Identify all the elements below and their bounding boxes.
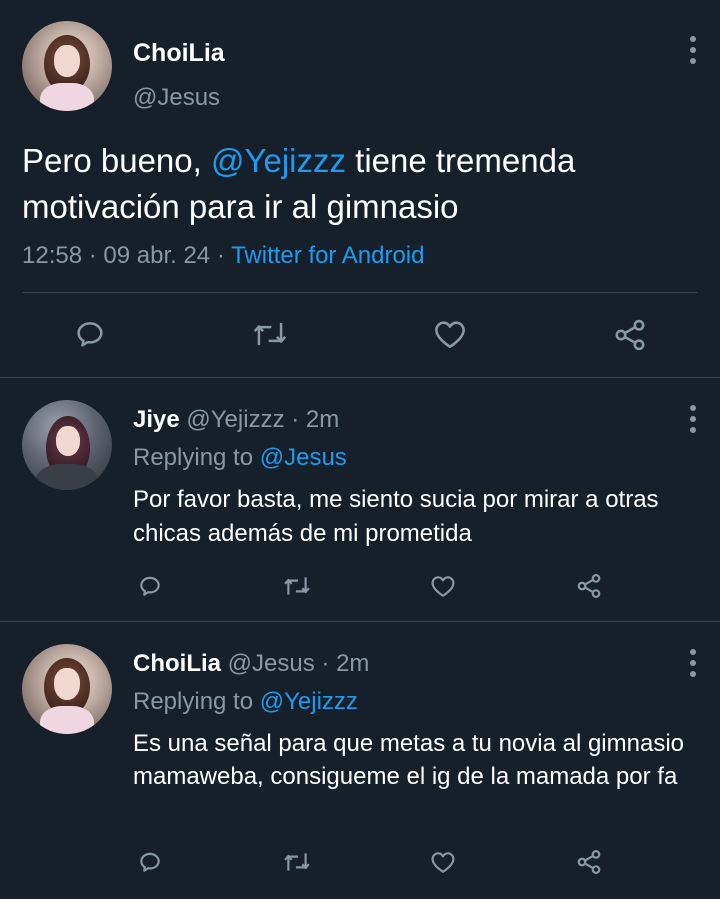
time-ago: 2m xyxy=(336,650,370,677)
replying-to-link[interactable]: @Yejizzz xyxy=(260,688,358,715)
retweet-icon xyxy=(253,322,287,346)
source-link[interactable]: Twitter for Android xyxy=(231,242,424,269)
handle[interactable]: @Jesus xyxy=(133,83,220,113)
retweet-icon xyxy=(284,853,310,871)
mention-link[interactable]: @Yejizzz xyxy=(211,142,346,179)
reply-button[interactable] xyxy=(137,573,163,599)
display-name[interactable]: ChoiLia xyxy=(133,650,221,677)
like-button[interactable] xyxy=(430,574,456,598)
like-button[interactable] xyxy=(430,850,456,874)
reply-header: ChoiLia @Jesus · 2m xyxy=(133,649,369,679)
display-name[interactable]: ChoiLia xyxy=(133,38,225,68)
divider xyxy=(0,621,720,622)
tweet-text-start: Pero bueno, xyxy=(22,142,211,179)
replying-label: Replying to xyxy=(133,688,260,715)
divider xyxy=(22,292,698,293)
tweet-time: 12:58 xyxy=(22,242,83,269)
avatar[interactable] xyxy=(22,644,112,734)
share-icon xyxy=(577,850,601,874)
retweet-button[interactable] xyxy=(252,317,288,351)
handle[interactable]: @Jesus xyxy=(228,650,315,677)
share-icon xyxy=(615,319,645,351)
retweet-button[interactable] xyxy=(283,849,311,875)
retweet-button[interactable] xyxy=(283,573,311,599)
avatar[interactable] xyxy=(22,21,112,111)
avatar[interactable] xyxy=(22,400,112,490)
like-icon xyxy=(435,321,465,349)
replying-to: Replying to @Yejizzz xyxy=(133,687,358,717)
replying-to-link[interactable]: @Jesus xyxy=(260,444,347,471)
more-icon xyxy=(690,405,696,411)
meta-separator: · xyxy=(284,406,306,433)
reply-icon xyxy=(140,852,160,872)
replying-to: Replying to @Jesus xyxy=(133,443,347,473)
tweet-date: 09 abr. 24 xyxy=(103,242,211,269)
share-button[interactable] xyxy=(612,317,648,353)
reply-icon xyxy=(140,576,160,596)
meta-separator: · xyxy=(82,242,104,269)
more-icon xyxy=(690,649,696,655)
reply-button[interactable] xyxy=(73,317,107,351)
like-icon xyxy=(431,852,455,873)
meta-separator: · xyxy=(210,242,232,269)
replying-label: Replying to xyxy=(133,444,260,471)
reply-text: Por favor basta, me siento sucia por mir… xyxy=(133,486,659,547)
divider xyxy=(0,377,720,378)
reply-button[interactable] xyxy=(137,849,163,875)
meta-separator: · xyxy=(314,650,337,677)
like-button[interactable] xyxy=(433,318,467,350)
share-icon xyxy=(577,574,601,598)
reply-icon xyxy=(77,322,103,347)
more-menu-button[interactable] xyxy=(689,405,697,433)
more-icon xyxy=(690,36,696,42)
tweet-meta: 12:58 · 09 abr. 24 · Twitter for Android xyxy=(22,240,424,272)
more-menu-button[interactable] xyxy=(689,649,697,677)
display-name[interactable]: Jiye xyxy=(133,406,180,433)
retweet-icon xyxy=(284,577,310,595)
share-button[interactable] xyxy=(575,572,603,600)
handle[interactable]: @Yejizzz xyxy=(186,406,284,433)
like-icon xyxy=(431,576,455,597)
reply-header: Jiye @Yejizzz · 2m xyxy=(133,405,339,435)
share-button[interactable] xyxy=(575,848,603,876)
more-menu-button[interactable] xyxy=(689,36,697,64)
reply-text: Es una señal para que metas a tu novia a… xyxy=(133,730,685,790)
time-ago: 2m xyxy=(305,406,340,433)
tweet-text: Pero bueno, @Yejizzz tiene tremenda moti… xyxy=(22,138,702,230)
